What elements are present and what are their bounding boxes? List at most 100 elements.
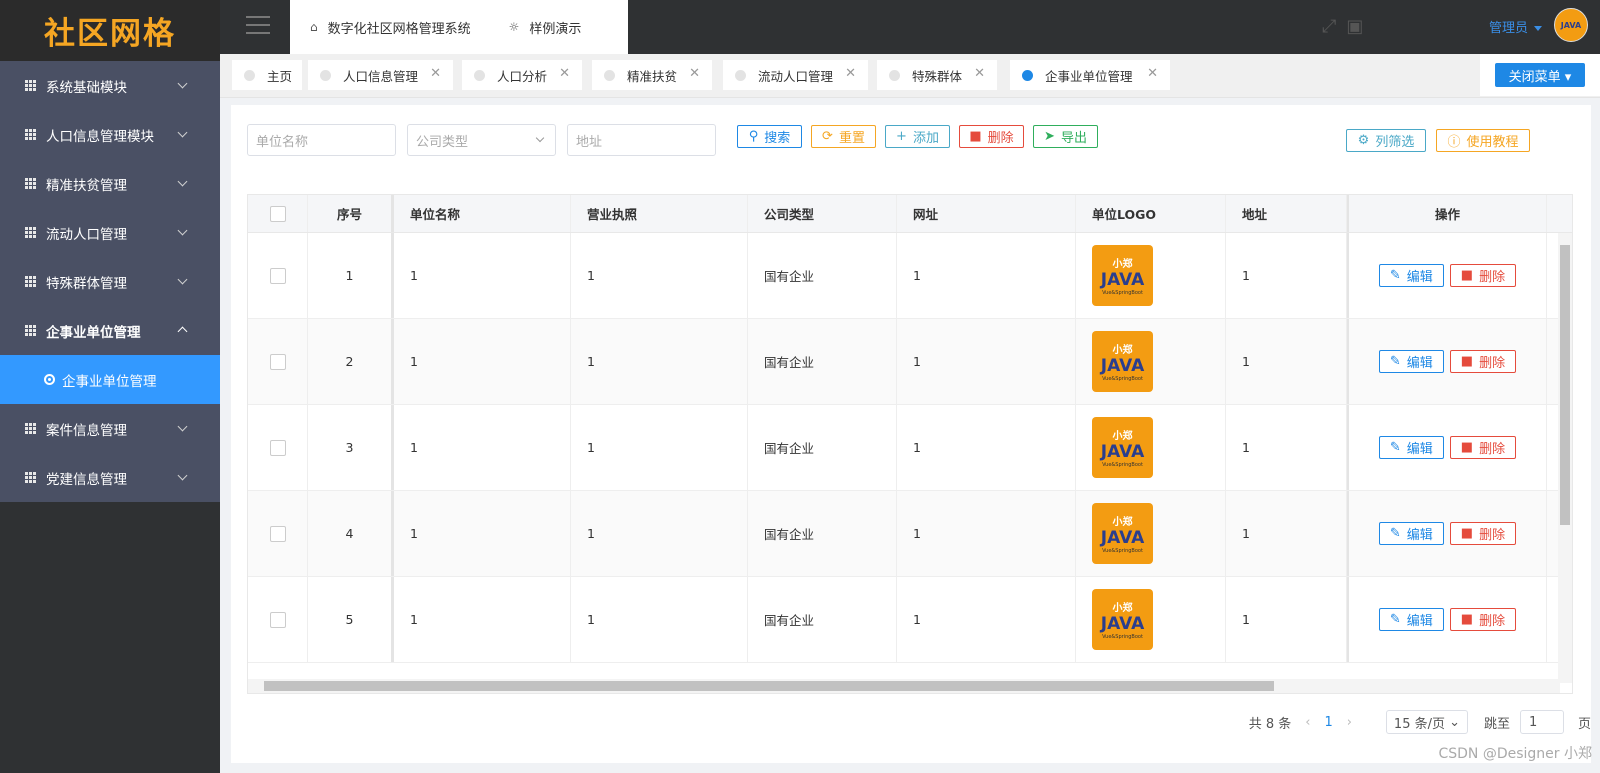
fullscreen-icon[interactable]: ⤢ bbox=[1322, 16, 1336, 37]
close-menu-button[interactable]: 关闭菜单 ▾ bbox=[1495, 63, 1585, 87]
page-tab-enterprise[interactable]: 企事业单位管理 ✕ bbox=[1010, 60, 1170, 90]
search-button[interactable]: ⚲ 搜索 bbox=[737, 125, 802, 148]
close-icon[interactable]: ✕ bbox=[430, 66, 441, 81]
total-count: 共 8 条 bbox=[1248, 716, 1292, 732]
hamburger-icon[interactable] bbox=[246, 16, 270, 34]
top-nav-home[interactable]: ⌂ 数字化社区网格管理系统 bbox=[310, 18, 471, 37]
chevron-down-icon bbox=[177, 127, 188, 138]
unit-name-placeholder: 单位名称 bbox=[256, 134, 309, 150]
logo-text-top: 小郑 bbox=[1112, 431, 1133, 442]
edit-button[interactable]: ✎ 编辑 bbox=[1378, 264, 1444, 287]
user-menu[interactable]: 管理员 bbox=[1489, 17, 1542, 36]
columns-label: 列筛选 bbox=[1375, 135, 1415, 150]
sidebar-item-population[interactable]: 人口信息管理模块 bbox=[0, 110, 220, 159]
sidebar-item-system[interactable]: 系统基础模块 bbox=[0, 61, 220, 110]
trash-icon: ■ bbox=[1460, 526, 1474, 541]
type-cell: 国有企业 bbox=[748, 405, 897, 490]
page-tab-population[interactable]: 人口信息管理 ✕ bbox=[308, 60, 453, 90]
close-icon[interactable]: ✕ bbox=[845, 66, 856, 81]
scrollbar-thumb[interactable] bbox=[1560, 245, 1570, 525]
batch-delete-button[interactable]: ■ 删除 bbox=[959, 125, 1024, 148]
select-all-checkbox[interactable] bbox=[269, 205, 286, 222]
unit-logo-image[interactable]: 小郑 JAVA Vue&SpringBoot bbox=[1092, 331, 1153, 392]
sidebar-item-enterprise[interactable]: 企事业单位管理 bbox=[0, 306, 220, 355]
sidebar-item-party[interactable]: 党建信息管理 bbox=[0, 453, 220, 502]
sidebar-subitem-enterprise[interactable]: 企事业单位管理 bbox=[0, 355, 220, 404]
url-cell: 1 bbox=[897, 319, 1076, 404]
company-type-select[interactable]: 公司类型 bbox=[407, 124, 556, 156]
vertical-scrollbar[interactable] bbox=[1558, 233, 1572, 683]
page-tab-floating[interactable]: 流动人口管理 ✕ bbox=[723, 60, 868, 90]
sidebar-item-floating[interactable]: 流动人口管理 bbox=[0, 208, 220, 257]
row-checkbox[interactable] bbox=[269, 439, 286, 456]
horizontal-scrollbar[interactable] bbox=[248, 679, 1560, 693]
page-size-select[interactable]: 15 条/页 ⌄ bbox=[1385, 710, 1468, 734]
scrollbar-thumb[interactable] bbox=[264, 681, 1274, 691]
tutorial-label: 使用教程 bbox=[1466, 135, 1519, 150]
edit-icon: ✎ bbox=[1389, 612, 1401, 627]
edit-button[interactable]: ✎ 编辑 bbox=[1378, 608, 1444, 631]
logo-text-bottom: Vue&SpringBoot bbox=[1102, 548, 1143, 554]
top-nav-demo[interactable]: ☼ 样例演示 bbox=[509, 18, 582, 37]
page-tab-special[interactable]: 特殊群体 ✕ bbox=[877, 60, 997, 90]
tutorial-button[interactable]: ⓘ 使用教程 bbox=[1436, 129, 1530, 152]
column-filter-button[interactable]: ⚙ 列筛选 bbox=[1346, 129, 1426, 152]
unit-logo-image[interactable]: 小郑 JAVA Vue&SpringBoot bbox=[1092, 245, 1153, 306]
sidebar-item-special[interactable]: 特殊群体管理 bbox=[0, 257, 220, 306]
circle-icon bbox=[44, 374, 55, 385]
page-number[interactable]: 1 bbox=[1324, 715, 1332, 730]
row-checkbox[interactable] bbox=[269, 267, 286, 284]
close-icon[interactable]: ✕ bbox=[974, 66, 985, 81]
export-button[interactable]: ➤ 导出 bbox=[1033, 125, 1098, 148]
actions-cell: ✎ 编辑 ■ 删除 bbox=[1347, 577, 1547, 662]
next-page-icon[interactable]: › bbox=[1347, 715, 1352, 730]
delete-button[interactable]: ■ 删除 bbox=[1449, 436, 1517, 459]
unit-logo-image[interactable]: 小郑 JAVA Vue&SpringBoot bbox=[1092, 589, 1153, 650]
delete-button[interactable]: ■ 删除 bbox=[1449, 608, 1517, 631]
unit-logo-image[interactable]: 小郑 JAVA Vue&SpringBoot bbox=[1092, 417, 1153, 478]
addr-cell: 1 bbox=[1226, 319, 1347, 404]
sidebar-item-case[interactable]: 案件信息管理 bbox=[0, 404, 220, 453]
grid-icon bbox=[25, 226, 37, 239]
unit-logo-image[interactable]: 小郑 JAVA Vue&SpringBoot bbox=[1092, 503, 1153, 564]
logo-cell: 小郑 JAVA Vue&SpringBoot bbox=[1076, 319, 1226, 404]
top-nav: ⌂ 数字化社区网格管理系统 ☼ 样例演示 bbox=[290, 0, 628, 54]
add-button[interactable]: + 添加 bbox=[885, 125, 950, 148]
trash-icon: ■ bbox=[1460, 268, 1474, 283]
edit-button[interactable]: ✎ 编辑 bbox=[1378, 522, 1444, 545]
delete-button[interactable]: ■ 删除 bbox=[1449, 264, 1517, 287]
delete-button[interactable]: ■ 删除 bbox=[1449, 522, 1517, 545]
logo-text-main: JAVA bbox=[1100, 614, 1145, 634]
page-tab-analysis[interactable]: 人口分析 ✕ bbox=[462, 60, 582, 90]
table-row: 2 1 1 国有企业 1 小郑 JAVA Vue&SpringBoot 1 ✎ 编辑 ■ 删除 bbox=[248, 319, 1572, 405]
name-cell: 1 bbox=[394, 405, 571, 490]
page-tab-label: 企事业单位管理 bbox=[1045, 68, 1133, 84]
reset-button[interactable]: ⟳ 重置 bbox=[811, 125, 876, 148]
row-checkbox[interactable] bbox=[269, 353, 286, 370]
lock-icon[interactable]: ▣ bbox=[1346, 16, 1363, 37]
company-type-placeholder: 公司类型 bbox=[416, 134, 469, 150]
row-checkbox[interactable] bbox=[269, 525, 286, 542]
jump-input[interactable]: 1 bbox=[1519, 710, 1564, 734]
page-tab-poverty[interactable]: 精准扶贫 ✕ bbox=[592, 60, 712, 90]
delete-label: 删除 bbox=[987, 131, 1014, 146]
delete-button[interactable]: ■ 删除 bbox=[1449, 350, 1517, 373]
address-input[interactable]: 地址 bbox=[567, 124, 716, 156]
close-icon[interactable]: ✕ bbox=[559, 66, 570, 81]
edit-button[interactable]: ✎ 编辑 bbox=[1378, 436, 1444, 459]
close-icon[interactable]: ✕ bbox=[689, 66, 700, 81]
close-icon[interactable]: ✕ bbox=[1147, 66, 1158, 81]
table-body: 1 1 1 国有企业 1 小郑 JAVA Vue&SpringBoot 1 ✎ 编辑 ■ 删除 2 1 1 国有… bbox=[248, 233, 1572, 663]
sidebar-item-poverty[interactable]: 精准扶贫管理 bbox=[0, 159, 220, 208]
name-cell: 1 bbox=[394, 491, 571, 576]
avatar[interactable]: JAVA bbox=[1554, 8, 1588, 42]
prev-page-icon[interactable]: ‹ bbox=[1305, 715, 1310, 730]
add-label: 添加 bbox=[912, 131, 939, 146]
chevron-down-icon bbox=[177, 176, 188, 187]
edit-button[interactable]: ✎ 编辑 bbox=[1378, 350, 1444, 373]
chevron-down-icon bbox=[535, 133, 545, 143]
sidebar-item-label: 特殊群体管理 bbox=[46, 275, 127, 292]
page-tab-home[interactable]: 主页 bbox=[232, 60, 302, 90]
unit-name-input[interactable]: 单位名称 bbox=[247, 124, 396, 156]
row-checkbox[interactable] bbox=[269, 611, 286, 628]
